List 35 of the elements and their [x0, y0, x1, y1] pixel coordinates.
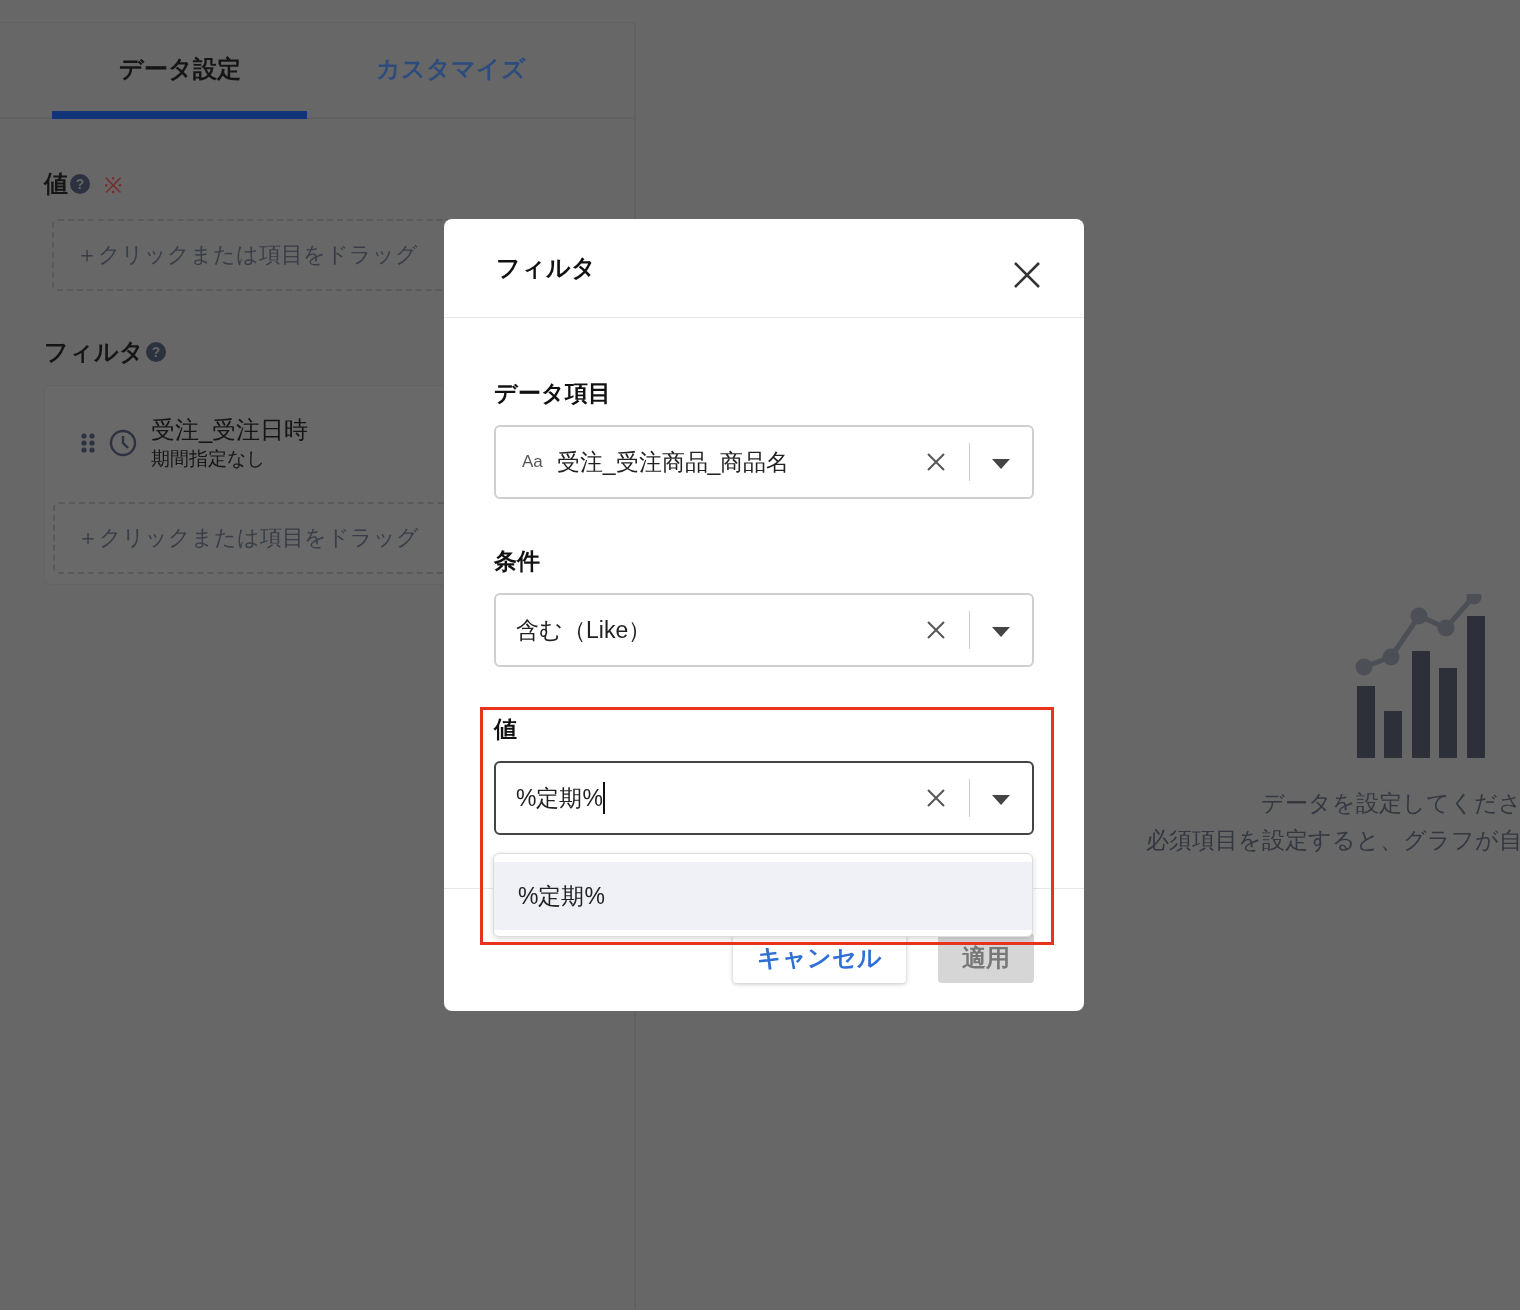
dropdown-button[interactable]	[992, 793, 1010, 803]
clear-icon	[927, 453, 945, 471]
clear-icon	[927, 789, 945, 807]
drag-handle-icon	[81, 432, 95, 454]
filter-detail: 期間指定なし	[151, 447, 266, 471]
clear-button[interactable]	[927, 621, 945, 639]
field-value: 受注_受注商品_商品名	[556, 447, 790, 477]
caret-icon	[992, 459, 1010, 469]
field-label: 値	[494, 715, 518, 744]
text-cursor	[602, 782, 605, 814]
dropdown-option[interactable]: %定期%	[494, 862, 1032, 930]
type-label: Aa	[522, 452, 543, 472]
caret-icon	[992, 627, 1010, 637]
clear-button[interactable]	[927, 789, 945, 807]
select-field[interactable]: Aa 受注_受注商品_商品名	[494, 425, 1034, 499]
select-field[interactable]: %定期%	[494, 761, 1034, 835]
help-icon[interactable]: ?	[70, 174, 90, 194]
help-icon[interactable]: ?	[146, 342, 166, 362]
clock-icon	[109, 429, 137, 457]
caret-icon	[992, 795, 1010, 805]
field-value: %定期%	[516, 783, 603, 813]
field-value: 含む（Like）	[516, 615, 652, 645]
dropdown-button[interactable]	[992, 625, 1010, 635]
select-field[interactable]: 含む（Like）	[494, 593, 1034, 667]
close-button[interactable]	[1012, 260, 1042, 290]
filter-name: 受注_受注日時	[151, 415, 309, 445]
section-label: 値	[44, 169, 68, 199]
clear-button[interactable]	[927, 453, 945, 471]
required-mark: ※	[104, 172, 122, 199]
section-label: フィルタ	[44, 337, 144, 367]
close-icon	[1012, 260, 1042, 290]
tab[interactable]: データ設定	[52, 23, 307, 119]
dropdown-button[interactable]	[992, 457, 1010, 467]
field-label: データ項目	[494, 379, 612, 408]
clear-icon	[927, 621, 945, 639]
